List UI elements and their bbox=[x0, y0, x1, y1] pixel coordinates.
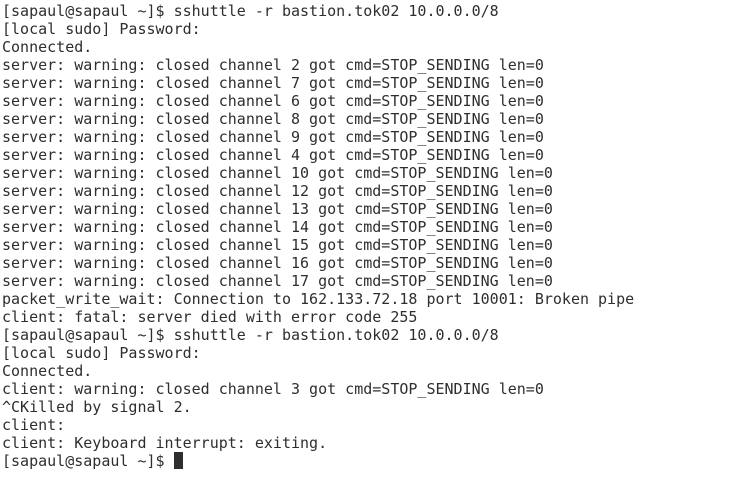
terminal-line: server: warning: closed channel 9 got cm… bbox=[2, 128, 544, 146]
terminal-line: client: warning: closed channel 3 got cm… bbox=[2, 380, 544, 398]
terminal-line: [sapaul@sapaul ~]$ sshuttle -r bastion.t… bbox=[2, 2, 499, 20]
shell-prompt: [sapaul@sapaul ~]$ bbox=[2, 452, 174, 470]
terminal-line: client: bbox=[2, 416, 66, 434]
terminal-line: [local sudo] Password: bbox=[2, 20, 201, 38]
terminal-line: server: warning: closed channel 12 got c… bbox=[2, 182, 553, 200]
terminal-line: server: warning: closed channel 13 got c… bbox=[2, 200, 553, 218]
terminal-line: server: warning: closed channel 6 got cm… bbox=[2, 92, 544, 110]
terminal-line: [sapaul@sapaul ~]$ sshuttle -r bastion.t… bbox=[2, 326, 499, 344]
terminal-line: server: warning: closed channel 7 got cm… bbox=[2, 74, 544, 92]
terminal-line: client: Keyboard interrupt: exiting. bbox=[2, 434, 328, 452]
terminal-line: server: warning: closed channel 17 got c… bbox=[2, 272, 553, 290]
terminal-line: server: warning: closed channel 16 got c… bbox=[2, 254, 553, 272]
terminal-line: packet_write_wait: Connection to 162.133… bbox=[2, 290, 635, 308]
terminal-window[interactable]: [sapaul@sapaul ~]$ sshuttle -r bastion.t… bbox=[0, 0, 734, 478]
terminal-line: server: warning: closed channel 2 got cm… bbox=[2, 56, 544, 74]
terminal-line: client: fatal: server died with error co… bbox=[2, 308, 418, 326]
text-cursor bbox=[173, 452, 183, 469]
prompt-line[interactable]: [sapaul@sapaul ~]$ bbox=[2, 452, 734, 470]
terminal-line: server: warning: closed channel 4 got cm… bbox=[2, 146, 544, 164]
terminal-line: server: warning: closed channel 10 got c… bbox=[2, 164, 553, 182]
terminal-line: server: warning: closed channel 15 got c… bbox=[2, 236, 553, 254]
terminal-line: [local sudo] Password: bbox=[2, 344, 201, 362]
terminal-line: Connected. bbox=[2, 362, 93, 380]
terminal-line: server: warning: closed channel 8 got cm… bbox=[2, 110, 544, 128]
terminal-line: Connected. bbox=[2, 38, 93, 56]
terminal-line: server: warning: closed channel 14 got c… bbox=[2, 218, 553, 236]
terminal-line: ^CKilled by signal 2. bbox=[2, 398, 192, 416]
